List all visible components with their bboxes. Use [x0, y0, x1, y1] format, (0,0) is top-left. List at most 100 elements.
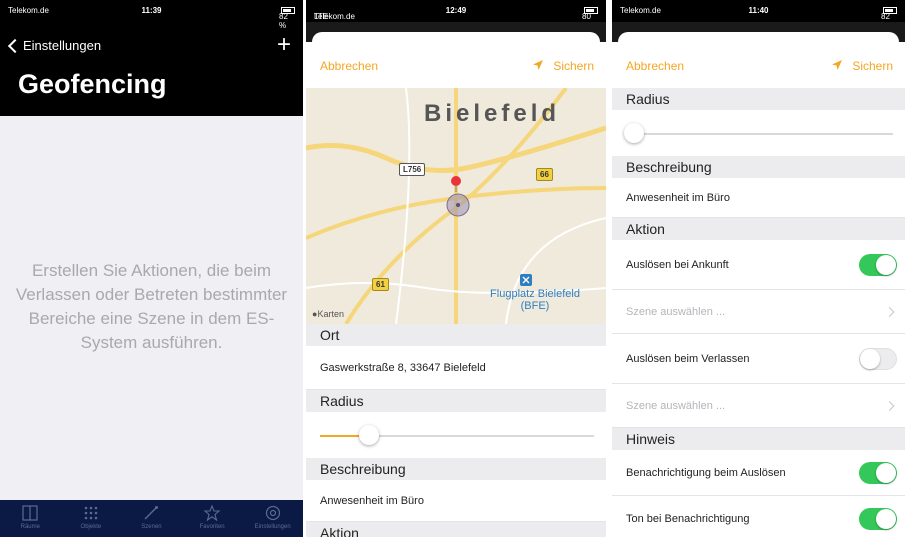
notify-sound-label: Ton bei Benachrichtigung — [626, 512, 750, 525]
tab-settings[interactable]: Einstellungen — [243, 500, 303, 537]
tab-label: Szenen — [141, 524, 162, 530]
status-time: 11:39 — [141, 6, 162, 15]
status-carrier: Telekom.de — [8, 6, 49, 15]
notify-trigger-toggle[interactable] — [859, 461, 897, 484]
slider-track — [626, 133, 893, 135]
road-label: L756 — [399, 163, 426, 176]
section-action: Aktion — [306, 522, 606, 537]
location-arrow-icon[interactable] — [831, 59, 843, 71]
notify-sound-toggle[interactable] — [859, 507, 897, 530]
description-value: Anwesenheit im Büro — [626, 191, 730, 204]
tab-bar: Räume Objekte Szenen Favoriten Einstellu… — [0, 500, 303, 537]
scene-select-label: Szene auswählen ... — [626, 399, 726, 412]
description-row[interactable]: Anwesenheit im Büro — [612, 178, 905, 218]
attribution-label: Karten — [317, 309, 344, 319]
slider-thumb[interactable] — [359, 425, 380, 445]
sheet-top — [612, 22, 905, 42]
section-description: Beschreibung — [306, 458, 606, 480]
chevron-right-icon — [884, 306, 895, 317]
trigger-arrival-toggle[interactable] — [859, 253, 897, 276]
notify-trigger-row: Benachrichtigung beim Auslösen — [612, 450, 905, 496]
tab-label: Räume — [20, 524, 40, 530]
wand-icon — [144, 506, 159, 520]
scene-select-label: Szene auswählen ... — [626, 305, 726, 318]
map-city-label: Bielefeld — [424, 100, 561, 127]
save-button[interactable]: Sichern — [852, 59, 893, 73]
map-view[interactable]: Bielefeld L756 66 61 Flugplatz Bielefeld… — [306, 88, 606, 324]
section-hint: Hinweis — [612, 428, 905, 450]
phone-geofence-edit-map: Telekom.de LTE 12:49 80 % Abbrechen Sich… — [306, 0, 606, 537]
status-battery: 82 % — [279, 6, 295, 30]
phone-geofencing-list: Telekom.de 11:39 82 % Einstellungen + Ge… — [0, 0, 303, 537]
road-label: 61 — [372, 278, 389, 291]
section-ort: Ort — [306, 324, 606, 346]
cancel-button[interactable]: Abbrechen — [626, 59, 684, 73]
status-time: 12:49 — [445, 6, 467, 15]
trigger-arrival-row: Auslösen bei Ankunft — [612, 240, 905, 290]
cancel-button[interactable]: Abbrechen — [320, 59, 378, 73]
star-icon — [203, 504, 221, 522]
toggle-knob — [876, 254, 896, 275]
save-button[interactable]: Sichern — [553, 59, 594, 73]
section-radius: Radius — [306, 390, 606, 412]
radius-slider[interactable] — [306, 412, 606, 458]
tab-label: Favoriten — [199, 524, 225, 530]
back-label: Einstellungen — [23, 38, 102, 53]
rooms-icon — [22, 505, 38, 521]
network-type: LTE — [314, 12, 329, 21]
tab-rooms[interactable]: Räume — [0, 500, 60, 537]
sheet-top — [306, 22, 606, 42]
status-bar: Telekom.de 11:39 82 % — [0, 0, 303, 30]
description-row[interactable]: Anwesenheit im Büro — [306, 480, 606, 522]
status-bar: Telekom.de LTE 12:49 80 % — [306, 0, 606, 30]
status-time: 11:40 — [748, 6, 769, 15]
description-value: Anwesenheit im Büro — [320, 494, 424, 507]
trigger-arrival-label: Auslösen bei Ankunft — [626, 258, 729, 271]
toggle-knob — [876, 462, 896, 483]
tab-label: Einstellungen — [254, 524, 291, 530]
map-pin-icon — [451, 176, 461, 192]
toggle-knob — [876, 508, 896, 529]
tab-objects[interactable]: Objekte — [61, 500, 121, 537]
add-button[interactable]: + — [277, 31, 291, 59]
grid-icon — [84, 506, 98, 520]
trigger-leave-toggle[interactable] — [859, 347, 897, 370]
gear-icon — [265, 505, 280, 521]
battery-icon — [281, 7, 295, 14]
battery-percent: 82 % — [279, 12, 288, 30]
slider-thumb[interactable] — [624, 123, 644, 143]
tab-favorites[interactable]: Favoriten — [182, 500, 242, 537]
airport-icon — [520, 274, 532, 286]
status-battery: 82 % — [881, 6, 897, 30]
back-button[interactable]: Einstellungen — [7, 38, 102, 53]
trigger-leave-row: Auslösen beim Verlassen — [612, 334, 905, 384]
section-description: Beschreibung — [612, 156, 905, 178]
scene-select-leave-row[interactable]: Szene auswählen ... — [612, 384, 905, 428]
map-airport-label: Flugplatz Bielefeld (BFE) — [490, 288, 580, 312]
empty-state-message: Erstellen Sie Aktionen, die beim Verlass… — [15, 261, 288, 352]
section-action: Aktion — [612, 218, 905, 240]
radius-slider[interactable] — [612, 110, 905, 156]
nav-bar: Abbrechen Sichern — [612, 42, 905, 88]
trigger-leave-label: Auslösen beim Verlassen — [626, 352, 750, 365]
section-radius: Radius — [612, 88, 905, 110]
nav-bar: Abbrechen Sichern — [306, 42, 606, 88]
location-arrow-icon[interactable] — [532, 59, 544, 71]
notify-sound-row: Ton bei Benachrichtigung — [612, 496, 905, 537]
notify-trigger-label: Benachrichtigung beim Auslösen — [626, 466, 786, 479]
scene-select-arrival-row[interactable]: Szene auswählen ... — [612, 290, 905, 334]
page-title: Geofencing — [18, 69, 167, 99]
tab-label: Objekte — [80, 524, 102, 530]
address-row[interactable]: Gaswerkstraße 8, 33647 Bielefeld — [306, 346, 606, 390]
status-bar: Telekom.de 11:40 82 % — [612, 0, 905, 30]
header: Telekom.de 11:39 82 % Einstellungen + Ge… — [0, 0, 303, 116]
map-attribution: ●Karten — [312, 309, 344, 319]
road-label: 66 — [536, 168, 553, 181]
phone-geofence-edit-actions: Telekom.de 11:40 82 % Abbrechen Sichern … — [612, 0, 905, 537]
battery-icon — [584, 7, 598, 14]
tab-scenes[interactable]: Szenen — [121, 500, 181, 537]
status-battery: 80 % — [582, 6, 598, 30]
address-value: Gaswerkstraße 8, 33647 Bielefeld — [320, 361, 486, 374]
chevron-right-icon — [884, 400, 895, 411]
toggle-knob — [860, 348, 880, 369]
